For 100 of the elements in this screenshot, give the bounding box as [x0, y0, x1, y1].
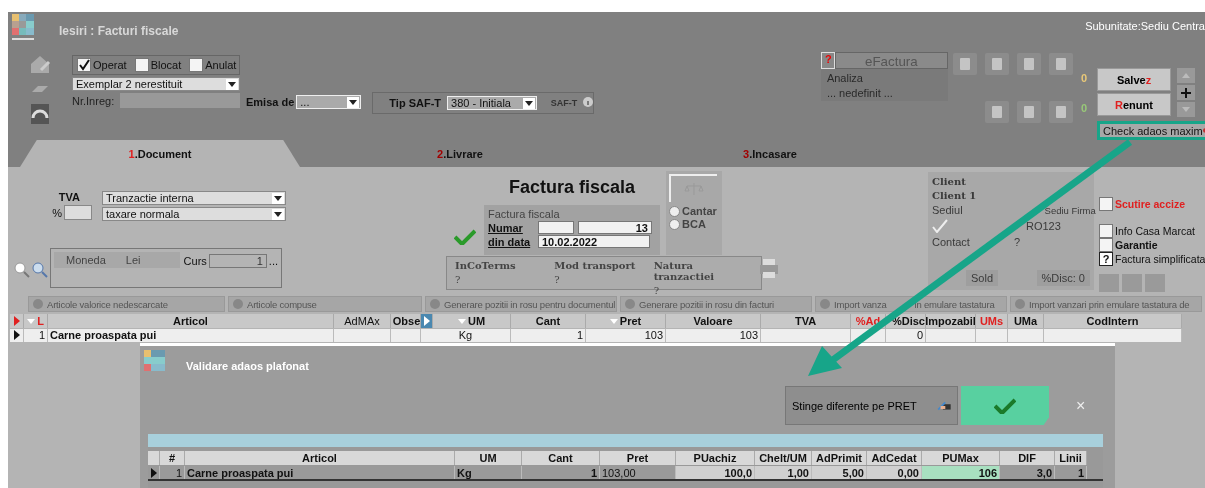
radio-button[interactable]: [669, 218, 680, 230]
table-cell: 1: [24, 328, 48, 342]
house-icon[interactable]: [29, 54, 51, 74]
dropdown-icon[interactable]: [347, 96, 360, 108]
input-field[interactable]: [538, 221, 574, 234]
input-field[interactable]: 13: [578, 221, 652, 234]
check-adaos-toggle[interactable]: Check adaos maxim: [1097, 121, 1205, 140]
table-cell: 1: [511, 328, 586, 342]
field-label: Emisa de: [246, 96, 295, 108]
column-header[interactable]: Pret: [600, 451, 676, 465]
window-title: Iesiri : Facturi fiscale: [59, 24, 179, 38]
input-field[interactable]: [120, 93, 240, 108]
selector-header: [148, 451, 160, 465]
column-header[interactable]: UM: [433, 314, 511, 328]
tab[interactable]: 2.Livrare: [300, 140, 620, 167]
adjust-price-button[interactable]: Stinge diferente pe PRET: [785, 386, 958, 425]
dropdown-field[interactable]: taxare normala: [102, 207, 286, 221]
checkbox[interactable]: [77, 58, 91, 72]
column-header[interactable]: TVA: [761, 314, 851, 328]
column-header[interactable]: Valoare: [666, 314, 761, 328]
table-cell: Carne proaspata pui: [48, 328, 334, 342]
tab[interactable]: 1.Document: [20, 140, 300, 167]
field-value: RO123: [1026, 220, 1061, 232]
confirm-button[interactable]: [961, 386, 1049, 425]
dropdown-icon[interactable]: [272, 192, 284, 204]
column-header[interactable]: AdPrimit: [812, 451, 867, 465]
client-label: Client: [932, 176, 967, 187]
table-cell: 103: [666, 328, 761, 342]
checkbox-label: Operat: [93, 59, 127, 71]
column-header[interactable]: UMa: [1008, 314, 1044, 328]
column-header[interactable]: CodIntern: [1044, 314, 1182, 328]
field-label: Natura tranzactiei: [653, 260, 716, 282]
column-header[interactable]: Obse: [391, 314, 421, 328]
column-header[interactable]: PUachiz: [676, 451, 755, 465]
tab[interactable]: 3.Incasare: [620, 140, 920, 167]
search-icon[interactable]: [32, 262, 48, 280]
checkbox[interactable]: [134, 58, 149, 72]
dropdown-field[interactable]: Exemplar 2 nerestituit: [72, 77, 240, 91]
sort-icon: [457, 318, 466, 324]
table-cell: 103,00: [600, 466, 676, 479]
table-cell: Kg: [421, 328, 511, 342]
field-label: Mod transport: [554, 260, 637, 271]
column-header[interactable]: Cant: [522, 451, 600, 465]
column-header[interactable]: Articol: [185, 451, 455, 465]
checkmark-icon: [454, 229, 476, 245]
column-header[interactable]: UM: [455, 451, 522, 465]
column-header[interactable]: PUMax: [922, 451, 1000, 465]
field-label: Tip SAF-T: [389, 97, 442, 109]
column-header[interactable]: AdMAx: [334, 314, 391, 328]
column-header[interactable]: #: [160, 451, 185, 465]
field-value: ?: [554, 274, 561, 285]
column-header[interactable]: Pret: [586, 314, 666, 328]
input-field[interactable]: 1: [208, 254, 267, 268]
table-cell: 106: [922, 466, 1000, 479]
check-icon: [932, 219, 948, 233]
table-cell: [926, 328, 976, 342]
action-button[interactable]: Renunt: [1097, 93, 1171, 116]
checkbox[interactable]: [1099, 223, 1113, 238]
column-header[interactable]: AdCedat: [867, 451, 922, 465]
info-icon[interactable]: [583, 97, 594, 109]
radio-button[interactable]: [669, 205, 680, 217]
checkbox[interactable]: [1099, 196, 1113, 211]
table-cell: [391, 328, 421, 342]
analysis-value: ... nedefinit ...: [826, 87, 894, 99]
dropdown-field[interactable]: Tranzactie interna: [102, 191, 286, 205]
expand-icon[interactable]: [421, 314, 433, 328]
column-header[interactable]: Impozabil: [926, 314, 976, 328]
field-label: InCoTerms: [455, 260, 517, 271]
search-icon[interactable]: [14, 262, 30, 280]
column-header[interactable]: Chelt/UM: [755, 451, 812, 465]
checkbox[interactable]: [189, 58, 204, 72]
action-button[interactable]: Salvez: [1097, 68, 1171, 91]
dropdown-icon[interactable]: [226, 78, 238, 90]
table-cell: [334, 328, 391, 342]
field-label: Contact: [932, 236, 970, 248]
input-field[interactable]: 10.02.2022: [538, 235, 650, 248]
field-label: Numar: [488, 221, 524, 234]
table-cell: [976, 328, 1008, 342]
plus-icon[interactable]: [1177, 85, 1195, 100]
radio-label: Cantar: [682, 205, 717, 217]
field-value: ?: [455, 274, 462, 285]
column-header[interactable]: DIF: [1000, 451, 1055, 465]
scale-icon[interactable]: [669, 174, 717, 202]
dropdown-icon[interactable]: [522, 97, 535, 109]
more-link[interactable]: ...: [268, 255, 278, 267]
gauge-icon[interactable]: [31, 104, 49, 124]
dropdown-icon[interactable]: [272, 208, 284, 220]
field-value: Sediu Firma: [1044, 204, 1096, 216]
column-header[interactable]: Articol: [48, 314, 334, 328]
dropdown-field[interactable]: ...: [296, 95, 362, 109]
table-cell: 103: [586, 328, 666, 342]
checkmark-icon: [994, 397, 1016, 414]
counter: 0: [1080, 72, 1087, 84]
dropdown-field[interactable]: 380 - Initiala: [447, 96, 537, 110]
input-field[interactable]: [64, 205, 92, 220]
column-header[interactable]: Cant: [511, 314, 586, 328]
field-value: ?: [1013, 236, 1021, 248]
field-label: %: [52, 206, 62, 219]
field-label: Curs: [183, 255, 207, 267]
column-header[interactable]: Linii: [1055, 451, 1087, 465]
